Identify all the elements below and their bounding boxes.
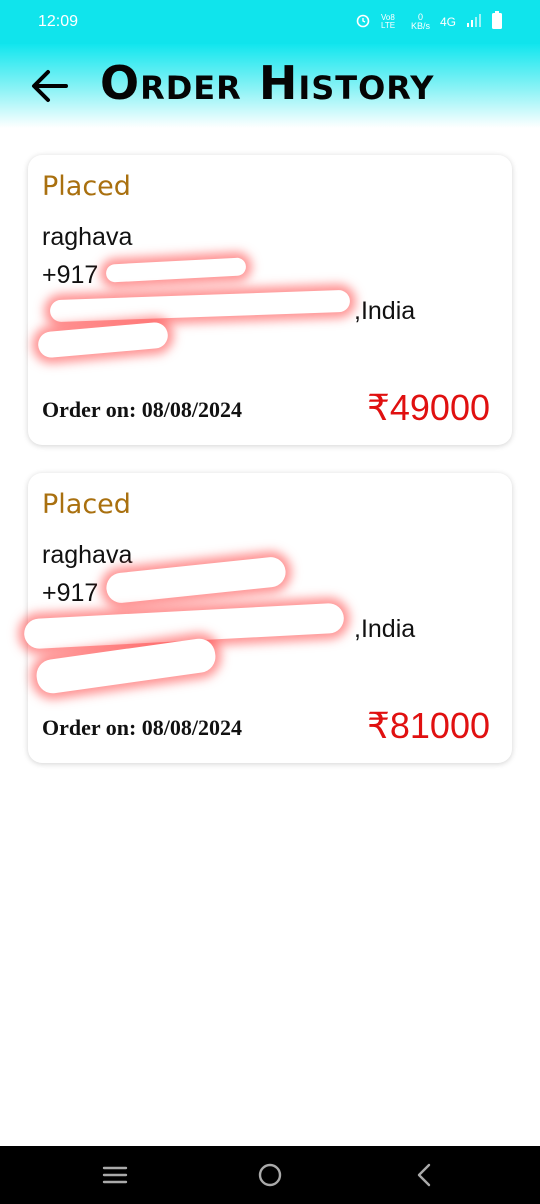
alarm-icon: [355, 12, 371, 31]
network-speed: 0 KB/s: [410, 12, 430, 31]
battery-icon: [492, 11, 502, 32]
order-date: Order on: 08/08/2024: [42, 397, 243, 422]
back-chevron-icon: [417, 1163, 431, 1187]
order-card[interactable]: Placed raghava +917 ,India Order on: 08/…: [28, 155, 512, 445]
system-back-button[interactable]: [410, 1160, 440, 1190]
home-circle-icon: [258, 1163, 282, 1187]
speed-unit: KB/s: [410, 20, 430, 31]
signal-icon: [466, 13, 482, 30]
back-button[interactable]: [26, 62, 74, 110]
redaction-mark: [49, 289, 351, 323]
address-country: ,India: [354, 615, 416, 643]
page-title: Order History: [100, 56, 435, 110]
menu-icon: [102, 1166, 128, 1184]
app-header: Order History: [0, 44, 540, 128]
customer-phone: +917: [42, 261, 99, 289]
network-type: 4G: [439, 14, 456, 29]
arrow-left-icon: [32, 70, 68, 102]
status-bar: 12:09 Vo8 LTE 0 KB/s 4G: [0, 0, 540, 44]
redaction-mark: [37, 321, 169, 359]
order-card[interactable]: Placed raghava +917 ,India Order on: 08/…: [23, 473, 512, 763]
address-country: ,India: [354, 297, 416, 325]
order-status: Placed: [42, 171, 131, 202]
system-nav-bar: [0, 1146, 540, 1204]
order-price: ₹49000: [366, 387, 490, 428]
recent-apps-button[interactable]: [100, 1160, 130, 1190]
customer-phone: +917: [42, 579, 99, 607]
customer-name: raghava: [42, 223, 133, 251]
customer-name: raghava: [42, 541, 133, 569]
status-time: 12:09: [38, 13, 79, 30]
order-date: Order on: 08/08/2024: [42, 715, 243, 740]
order-price: ₹81000: [366, 705, 490, 746]
order-status: Placed: [42, 489, 131, 520]
volte-label: Vo8 LTE: [380, 12, 396, 30]
redaction-mark: [105, 257, 247, 283]
status-icons: Vo8 LTE 0 KB/s 4G: [355, 11, 502, 32]
home-button[interactable]: [255, 1160, 285, 1190]
